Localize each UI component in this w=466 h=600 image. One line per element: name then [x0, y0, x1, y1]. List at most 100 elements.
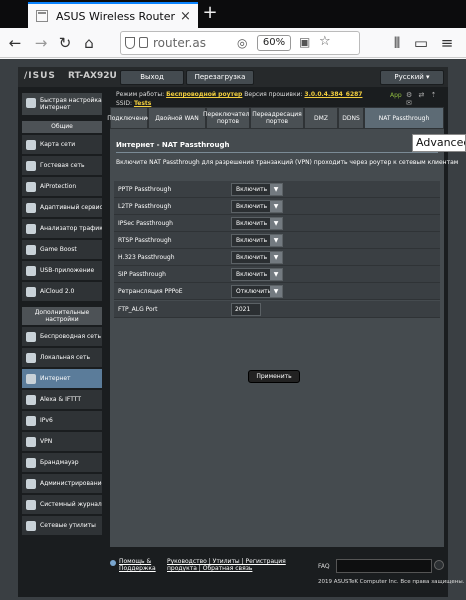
sidebar-item-icon — [26, 353, 36, 363]
status-icons[interactable]: ⚙ ⇄ ⇡ ✉ — [406, 91, 442, 107]
row-select[interactable]: Включить ▼ — [231, 200, 283, 213]
back-icon[interactable]: ← — [6, 34, 24, 52]
sidebar-item-icon — [26, 374, 36, 384]
row-label: RTSP Passthrough — [118, 237, 172, 244]
tab-title: ASUS Wireless Router RT-AX92 — [56, 9, 176, 23]
tracking-shield-icon[interactable] — [125, 37, 135, 49]
ftp-alg-port-input[interactable]: 2021 — [231, 303, 261, 316]
help-icon — [110, 560, 116, 566]
help-line2: Поддержка — [119, 565, 156, 572]
mode-link[interactable]: Беспроводной роутер — [166, 91, 242, 98]
row-select[interactable]: Включить ▼ — [231, 268, 283, 281]
sidebar-item-label: Администрирование — [40, 480, 102, 487]
sidebar-adv-item[interactable]: VPN — [22, 432, 102, 452]
settings-row: PPTP Passthrough Включить ▼ — [114, 181, 440, 198]
sidebar-adv-item[interactable]: Брандмауэр — [22, 453, 102, 473]
sidebar-item-icon — [26, 479, 36, 489]
sidebar-adv-item[interactable]: Интернет — [22, 369, 102, 389]
sidebar-item[interactable]: AiCloud 2.0 — [22, 282, 102, 302]
ssid-link[interactable]: Tests — [134, 100, 151, 107]
menu-icon[interactable]: ≡ — [438, 34, 456, 52]
quick-internet-setup[interactable]: Быстрая настройка Интернет — [22, 93, 102, 115]
row-label: PPTP Passthrough — [118, 186, 172, 193]
sidebar-item[interactable]: Гостевая сеть — [22, 156, 102, 176]
bookmark-star-icon[interactable]: ☆ — [319, 34, 331, 49]
forward-icon[interactable]: → — [32, 34, 50, 52]
reload-icon[interactable]: ↻ — [56, 34, 74, 52]
library-icon[interactable]: ⫴ — [388, 34, 406, 52]
row-select[interactable]: Включить ▼ — [231, 234, 283, 247]
sidebar-item-icon — [26, 182, 36, 192]
sidebar-adv-item[interactable]: Системный журнал — [22, 495, 102, 515]
language-select[interactable]: Русский ▾ — [380, 70, 444, 85]
sidebar-item[interactable]: Анализатор трафика — [22, 219, 102, 239]
row-select[interactable]: Включить ▼ — [231, 251, 283, 264]
general-header: Общие — [22, 121, 102, 133]
sidebar-adv-item[interactable]: Alexa & IFTTT — [22, 390, 102, 410]
sidebar-item-icon — [26, 287, 36, 297]
help-line1: Помощь & — [119, 558, 152, 565]
reboot-button[interactable]: Перезагрузка — [186, 70, 254, 85]
sidebar-item[interactable]: Адаптивный сервис QoS — [22, 198, 102, 218]
tab[interactable]: Двойной WAN — [148, 107, 206, 129]
row-select-value: Включить — [236, 254, 268, 261]
sidebar-adv-item[interactable]: Администрирование — [22, 474, 102, 494]
tab[interactable]: NAT Passthrough — [364, 107, 444, 129]
zoom-indicator[interactable]: 60% — [257, 35, 291, 51]
sidebar-adv-item[interactable]: Беспроводная сеть — [22, 327, 102, 347]
sidebar-item[interactable]: AiProtection — [22, 177, 102, 197]
settings-row-ftp-alg: FTP_ALG Port 2021 — [114, 301, 440, 318]
sidebar-toggle-icon[interactable]: ▭ — [412, 34, 430, 52]
close-tab-icon[interactable]: × — [180, 9, 191, 24]
row-select[interactable]: Включить ▼ — [231, 183, 283, 196]
sidebar-item-icon — [26, 266, 36, 276]
page-favicon-icon — [36, 10, 48, 22]
firmware-link[interactable]: 3.0.0.4.384_6287 — [304, 91, 362, 98]
tab[interactable]: Подключение — [107, 107, 151, 129]
home-icon[interactable]: ⌂ — [80, 34, 98, 52]
idea-icon[interactable]: ◎ — [237, 36, 247, 50]
row-label: Ретрансляция PPPoE — [118, 288, 183, 295]
row-select-value: Отключить — [236, 288, 272, 295]
footer-links[interactable]: Руководство | Утилиты | Регистрация проду… — [167, 558, 286, 572]
ssid-info: SSID: Tests — [116, 100, 151, 107]
new-tab-button[interactable]: + — [200, 3, 220, 23]
quick-setup-label: Быстрая настройка Интернет — [40, 97, 102, 111]
browser-tab[interactable]: ASUS Wireless Router RT-AX92 × — [28, 2, 198, 28]
sidebar-item-icon — [26, 332, 36, 342]
logout-button[interactable]: Выход — [120, 70, 184, 85]
sidebar-item-icon — [26, 224, 36, 234]
browser-navbar: ← → ↻ ⌂ router.as ◎ 60% ▣ ☆ ⫴ ▭ ≡ — [0, 28, 466, 58]
app-link[interactable]: App — [390, 92, 402, 99]
dropdown-arrow-icon: ▼ — [270, 218, 282, 229]
settings-row: Ретрансляция PPPoE Отключить ▼ — [114, 283, 440, 300]
sidebar-adv-item[interactable]: IPv6 — [22, 411, 102, 431]
help-support[interactable]: Помощь & Поддержка — [119, 558, 156, 572]
tab[interactable]: DMZ — [304, 107, 338, 129]
sidebar-adv-item[interactable]: Сетевые утилиты — [22, 516, 102, 536]
sidebar-item-icon — [26, 395, 36, 405]
row-select[interactable]: Включить ▼ — [231, 217, 283, 230]
sidebar-item[interactable]: Game Boost — [22, 240, 102, 260]
settings-row: L2TP Passthrough Включить ▼ — [114, 198, 440, 215]
tab[interactable]: Переадресация портов — [250, 107, 304, 129]
sidebar-item[interactable]: Карта сети — [22, 135, 102, 155]
sidebar-item-label: Alexa & IFTTT — [40, 396, 81, 403]
reader-icon[interactable]: ▣ — [299, 35, 310, 49]
insecure-lock-icon[interactable] — [139, 37, 148, 48]
dropdown-arrow-icon: ▼ — [270, 252, 282, 263]
sidebar-adv-item[interactable]: Локальная сеть — [22, 348, 102, 368]
sidebar-item-icon — [26, 458, 36, 468]
dropdown-arrow-icon: ▼ — [270, 269, 282, 280]
sidebar-item[interactable]: USB-приложение — [22, 261, 102, 281]
row-select-value: Включить — [236, 271, 268, 278]
url-bar[interactable]: router.as ◎ 60% ▣ ☆ — [120, 31, 360, 55]
sidebar-item-icon — [26, 140, 36, 150]
search-go-icon[interactable] — [434, 560, 444, 570]
tab[interactable]: DDNS — [338, 107, 364, 129]
faq-search-input[interactable] — [336, 559, 432, 573]
row-select-value: Включить — [236, 220, 268, 227]
tab[interactable]: Переключатель портов — [203, 107, 253, 129]
apply-button[interactable]: Применить — [248, 370, 300, 383]
row-select[interactable]: Отключить ▼ — [231, 285, 283, 298]
